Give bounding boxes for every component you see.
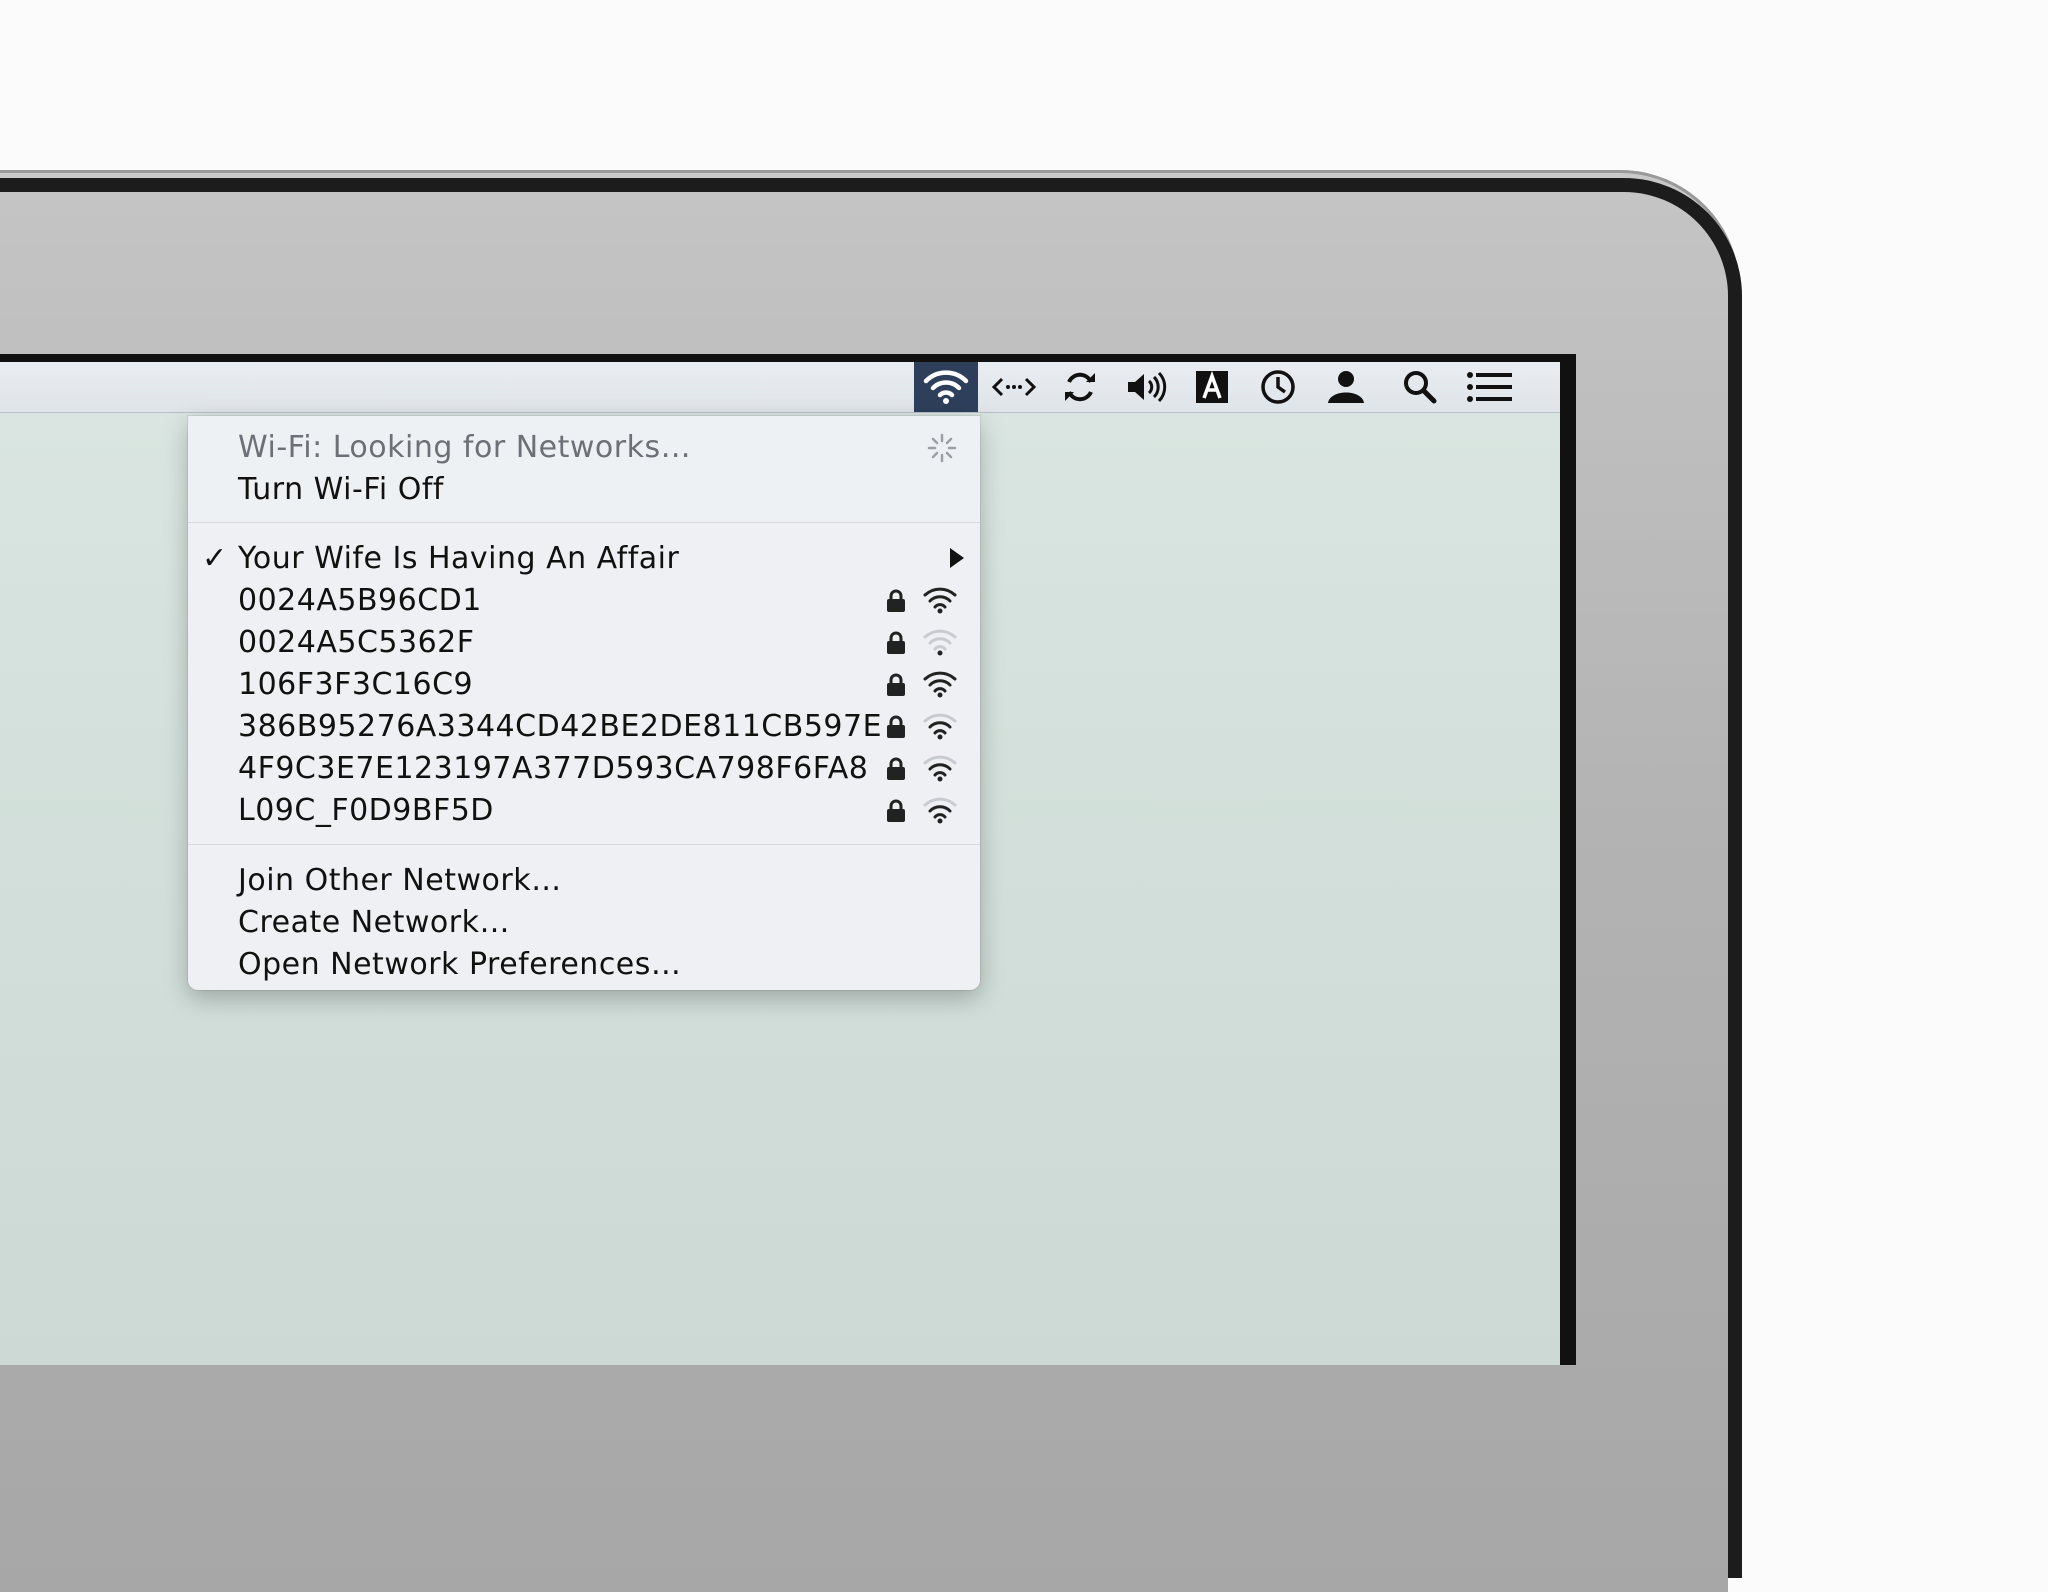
turn-wifi-off-label: Turn Wi-Fi Off bbox=[238, 471, 444, 507]
create-network-label: Create Network… bbox=[238, 904, 510, 940]
network-ssid: 0024A5C5362F bbox=[238, 624, 475, 660]
network-item[interactable]: 386B95276A3344CD42BE2DE811CB597E bbox=[188, 705, 980, 747]
network-item[interactable]: 4F9C3E7E123197A377D593CA798F6FA8 bbox=[188, 747, 980, 789]
menu-bar bbox=[0, 362, 1560, 413]
wifi-signal-icon bbox=[923, 713, 957, 740]
open-network-preferences-label: Open Network Preferences… bbox=[238, 946, 682, 982]
network-ssid: 106F3F3C16C9 bbox=[238, 666, 474, 702]
volume-icon[interactable] bbox=[1114, 362, 1178, 412]
checkmark-icon: ✓ bbox=[202, 540, 228, 576]
input-source-icon[interactable] bbox=[1180, 362, 1244, 412]
join-other-network-item[interactable]: Join Other Network… bbox=[188, 859, 980, 901]
loading-spinner-icon bbox=[927, 433, 957, 463]
network-item-connected[interactable]: ✓ Your Wife Is Having An Affair bbox=[188, 537, 980, 579]
menu-separator bbox=[188, 522, 980, 523]
network-ssid: 386B95276A3344CD42BE2DE811CB597E bbox=[238, 708, 883, 744]
lock-icon bbox=[887, 589, 905, 612]
lock-icon bbox=[887, 631, 905, 654]
network-item[interactable]: 106F3F3C16C9 bbox=[188, 663, 980, 705]
network-item[interactable]: L09C_F0D9BF5D bbox=[188, 789, 980, 831]
wifi-icon[interactable] bbox=[914, 362, 978, 412]
desktop-screen: Wi-Fi: Looking for Networks… Turn Wi-Fi … bbox=[0, 362, 1560, 1365]
lock-icon bbox=[887, 715, 905, 738]
open-network-preferences-item[interactable]: Open Network Preferences… bbox=[188, 943, 980, 985]
wifi-signal-icon bbox=[923, 587, 957, 614]
wifi-menu: Wi-Fi: Looking for Networks… Turn Wi-Fi … bbox=[188, 416, 980, 990]
user-icon[interactable] bbox=[1314, 362, 1378, 412]
wifi-status-label: Wi-Fi: Looking for Networks… bbox=[238, 429, 692, 465]
sync-icon[interactable] bbox=[1048, 362, 1112, 412]
wifi-signal-icon bbox=[923, 629, 957, 656]
wifi-signal-icon bbox=[923, 671, 957, 698]
join-other-network-label: Join Other Network… bbox=[238, 862, 562, 898]
menu-separator bbox=[188, 844, 980, 845]
lock-icon bbox=[887, 799, 905, 822]
network-ssid: 0024A5B96CD1 bbox=[238, 582, 482, 618]
network-ssid: 4F9C3E7E123197A377D593CA798F6FA8 bbox=[238, 750, 869, 786]
wifi-signal-icon bbox=[923, 797, 957, 824]
turn-wifi-off-item[interactable]: Turn Wi-Fi Off bbox=[188, 468, 980, 510]
network-item[interactable]: 0024A5B96CD1 bbox=[188, 579, 980, 621]
wifi-status-item: Wi-Fi: Looking for Networks… bbox=[188, 426, 980, 468]
notification-center-icon[interactable] bbox=[1458, 362, 1522, 412]
network-ssid: L09C_F0D9BF5D bbox=[238, 792, 494, 828]
spotlight-icon[interactable] bbox=[1388, 362, 1452, 412]
wifi-signal-icon bbox=[923, 755, 957, 782]
create-network-item[interactable]: Create Network… bbox=[188, 901, 980, 943]
network-arrows-icon[interactable] bbox=[982, 362, 1046, 412]
lock-icon bbox=[887, 673, 905, 696]
network-ssid: Your Wife Is Having An Affair bbox=[238, 540, 680, 576]
submenu-arrow-icon bbox=[950, 548, 964, 568]
time-machine-icon[interactable] bbox=[1246, 362, 1310, 412]
network-item[interactable]: 0024A5C5362F bbox=[188, 621, 980, 663]
lock-icon bbox=[887, 757, 905, 780]
